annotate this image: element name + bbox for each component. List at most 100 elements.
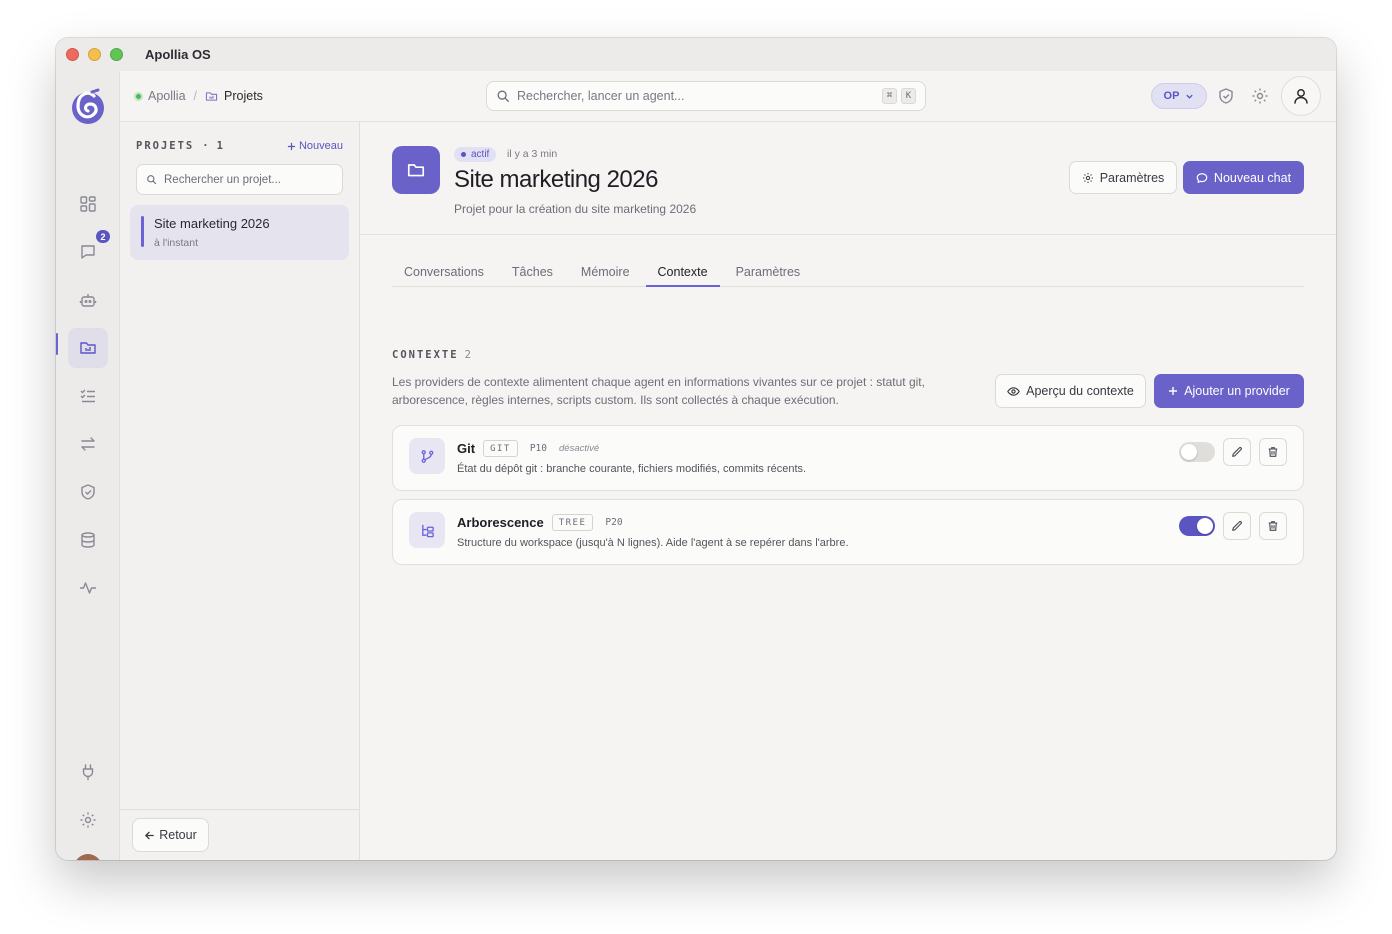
sync-arrows-icon: [81, 437, 95, 451]
project-list-item[interactable]: Site marketing 2026 à l'instant: [130, 205, 349, 260]
provider-tag: TREE: [551, 514, 594, 531]
back-button[interactable]: Retour: [132, 818, 209, 852]
global-search-input[interactable]: Rechercher, lancer un agent... ⌘ K: [486, 81, 926, 111]
projects-folder-icon: [80, 342, 96, 354]
shortcut-key-k: K: [901, 88, 916, 104]
provider-toggle[interactable]: [1179, 516, 1215, 536]
edit-provider-button[interactable]: [1223, 438, 1251, 466]
gear-icon: [80, 812, 96, 828]
sidebar-item-database[interactable]: [68, 520, 108, 560]
window-titlebar: Apollia OS: [56, 38, 1336, 71]
gear-icon[interactable]: [1251, 87, 1269, 105]
provider-priority: P10: [529, 443, 547, 454]
user-icon: [1294, 89, 1308, 104]
provider-priority: P20: [605, 517, 623, 528]
sidebar-item-integrations[interactable]: [68, 752, 108, 792]
sidebar-item-projects[interactable]: [68, 328, 108, 368]
add-provider-button[interactable]: Ajouter un provider: [1154, 374, 1304, 408]
plug-icon: [82, 764, 94, 781]
provider-toggle[interactable]: [1179, 442, 1215, 462]
context-description: Les providers de contexte alimentent cha…: [392, 375, 925, 407]
plus-icon: [1169, 387, 1178, 395]
user-avatar[interactable]: NZ: [74, 854, 102, 860]
context-preview-label: Aperçu du contexte: [1026, 384, 1134, 398]
search-shortcut: ⌘ K: [878, 88, 916, 104]
project-detail: actif il y a 3 min Site marketing 2026 P…: [360, 122, 1336, 860]
provider-title: Git GIT P10 désactivé: [457, 440, 599, 457]
sidebar-item-activity[interactable]: [68, 568, 108, 608]
provider-name: Git: [457, 441, 476, 456]
pencil-icon: [1232, 521, 1242, 531]
folder-tree-icon: [409, 512, 445, 548]
toggle-knob: [1197, 518, 1213, 534]
git-branch-icon: [409, 438, 445, 474]
projects-panel: PROJETS · 1 Nouveau Rechercher un projet…: [120, 122, 360, 860]
toggle-knob: [1181, 444, 1197, 460]
sidebar-item-security[interactable]: [68, 472, 108, 512]
projects-label: PROJETS: [136, 140, 195, 152]
project-selected-indicator: [141, 216, 144, 247]
delete-provider-button[interactable]: [1259, 512, 1287, 540]
shield-check-icon[interactable]: [1217, 87, 1235, 105]
minimize-window-button[interactable]: [88, 48, 101, 61]
sidebar-item-agents[interactable]: [68, 280, 108, 320]
tab-settings[interactable]: Paramètres: [724, 258, 813, 286]
edit-provider-button[interactable]: [1223, 512, 1251, 540]
gear-icon: [1082, 172, 1093, 183]
tasks-checklist-icon: [80, 389, 95, 403]
project-item-time: à l'instant: [154, 237, 199, 249]
status-label: actif: [471, 149, 490, 160]
context-preview-button[interactable]: Aperçu du contexte: [995, 374, 1146, 408]
sidebar-item-tasks[interactable]: [68, 376, 108, 416]
maximize-window-button[interactable]: [110, 48, 123, 61]
tab-context[interactable]: Contexte: [645, 258, 720, 287]
status-badge: actif: [454, 147, 497, 162]
workspace-switcher[interactable]: OP: [1151, 83, 1207, 109]
tab-memory[interactable]: Mémoire: [569, 258, 642, 286]
sidebar-item-dashboard[interactable]: [68, 184, 108, 224]
breadcrumb-root[interactable]: Apollia: [148, 89, 186, 103]
project-updated: il y a 3 min: [507, 148, 558, 160]
page-title: Site marketing 2026: [454, 166, 658, 193]
plus-icon: [287, 142, 296, 150]
app-window: Apollia OS 2 Apollia / Projets Recherche…: [56, 38, 1336, 860]
provider-title: Arborescence TREE P20: [457, 514, 623, 531]
top-header: Apollia / Projets Rechercher, lancer un …: [120, 71, 1336, 122]
projects-count: 1: [216, 140, 223, 152]
project-item-name: Site marketing 2026: [154, 216, 270, 231]
breadcrumb: Apollia / Projets: [134, 71, 263, 121]
search-placeholder: Rechercher, lancer un agent...: [517, 89, 685, 103]
apollia-logo: [72, 88, 104, 124]
tab-tasks[interactable]: Tâches: [500, 258, 565, 286]
search-icon: [497, 90, 509, 102]
project-search-placeholder: Rechercher un projet...: [164, 173, 281, 186]
delete-provider-button[interactable]: [1259, 438, 1287, 466]
new-chat-label: Nouveau chat: [1213, 170, 1292, 185]
new-project-button[interactable]: Nouveau: [287, 140, 343, 152]
provider-status-note: désactivé: [559, 443, 600, 454]
project-search-input[interactable]: Rechercher un projet...: [136, 164, 343, 195]
status-online-dot: [134, 91, 143, 101]
tab-conversations[interactable]: Conversations: [392, 258, 496, 286]
provider-name: Arborescence: [457, 515, 544, 530]
app-title: Apollia OS: [145, 47, 211, 62]
project-header: actif il y a 3 min Site marketing 2026 P…: [360, 122, 1336, 235]
projects-footer: Retour: [120, 809, 359, 860]
close-window-button[interactable]: [66, 48, 79, 61]
main-sidebar: 2 NZ: [56, 71, 120, 860]
new-chat-button[interactable]: Nouveau chat: [1183, 161, 1304, 194]
project-tabs: Conversations Tâches Mémoire Contexte Pa…: [392, 258, 1304, 287]
eye-icon: [1007, 386, 1020, 396]
database-icon: [81, 532, 95, 548]
project-settings-button[interactable]: Paramètres: [1069, 161, 1177, 194]
context-count: 2: [464, 349, 471, 361]
sidebar-active-indicator: [56, 333, 58, 355]
provider-description: État du dépôt git : branche courante, fi…: [457, 463, 807, 475]
sidebar-item-settings[interactable]: [68, 800, 108, 840]
add-provider-label: Ajouter un provider: [1184, 384, 1290, 398]
user-menu-button[interactable]: [1281, 76, 1321, 116]
sidebar-item-sync[interactable]: [68, 424, 108, 464]
new-project-label: Nouveau: [298, 140, 343, 152]
chat-icon: [81, 245, 95, 259]
status-dot: [461, 152, 466, 157]
